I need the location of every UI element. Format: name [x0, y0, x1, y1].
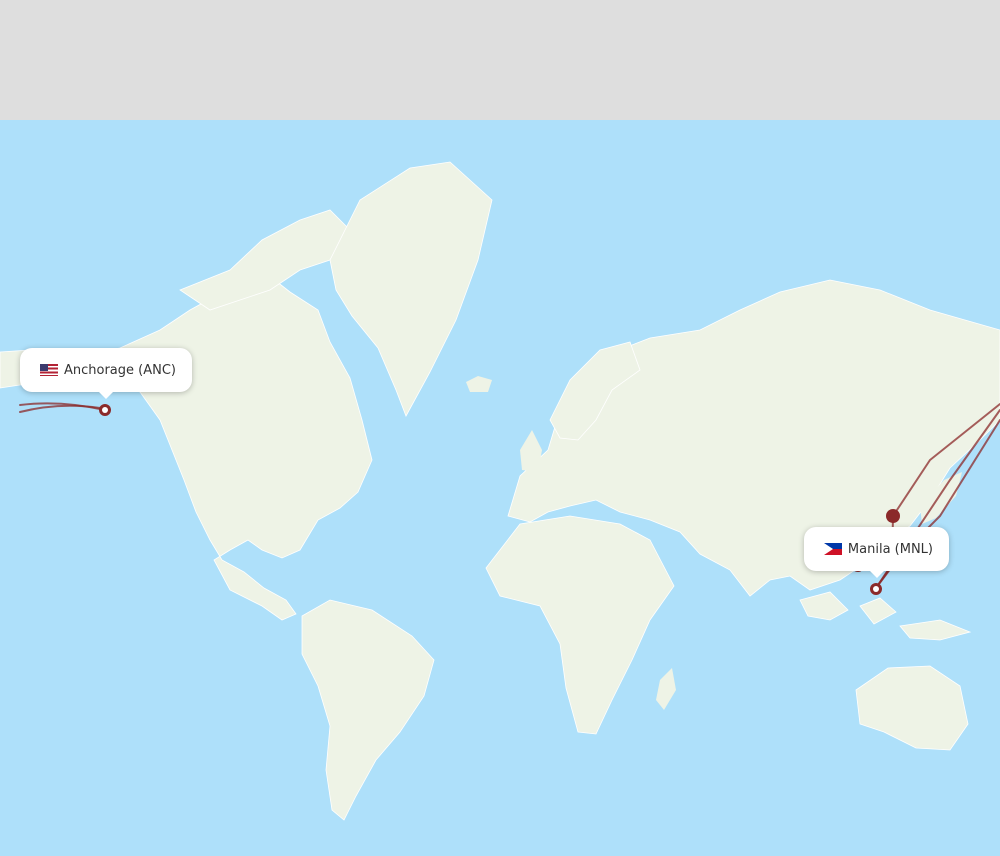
south-america-landmass — [301, 599, 435, 821]
manila-marker-dot — [873, 586, 879, 592]
north-america-landmass — [0, 269, 373, 621]
origin-label: Anchorage (ANC) — [63, 362, 176, 378]
destination-callout[interactable]: Manila (MNL) — [804, 527, 949, 578]
destination-label: Manila (MNL) — [847, 541, 933, 557]
madagascar-landmass — [656, 668, 676, 710]
route-line — [19, 404, 101, 413]
origin-callout[interactable]: Anchorage (ANC) — [20, 348, 192, 399]
iceland-landmass — [466, 376, 492, 392]
anchorage-marker-dot — [102, 407, 108, 413]
greenland-landmass — [329, 161, 493, 417]
australia-landmass — [855, 665, 969, 751]
route-waypoint-dot — [886, 509, 900, 523]
southeast-asia-islands — [799, 591, 972, 641]
africa-landmass — [485, 515, 675, 735]
map-canvas — [0, 161, 1000, 821]
anchorage-marker — [99, 404, 111, 416]
us-flag-icon — [40, 364, 58, 376]
uk-landmass — [520, 430, 542, 472]
header-band — [0, 0, 1000, 120]
philippines-flag-icon — [824, 543, 842, 555]
manila-marker — [870, 583, 882, 595]
world-map[interactable]: Anchorage (ANC) Manila (MNL) — [0, 120, 1000, 856]
